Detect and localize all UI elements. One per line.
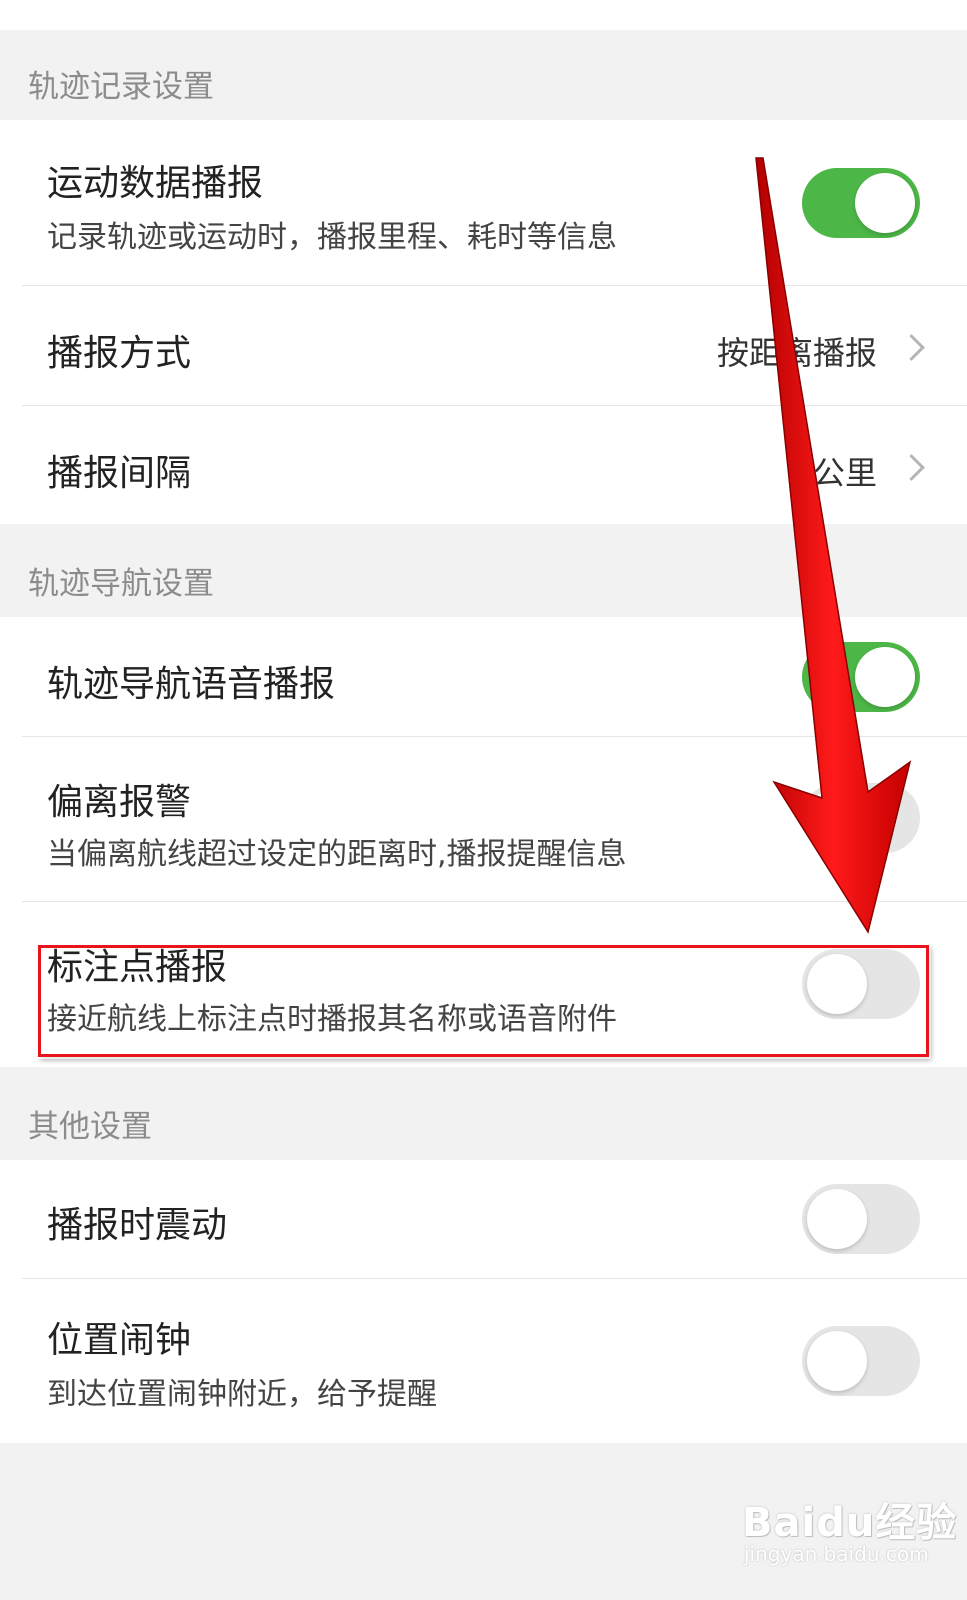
watermark-logo: Baidu经验 — [742, 1500, 958, 1546]
baidu-jingyan-watermark: Baidu经验 jingyan.baidu.com — [730, 1482, 956, 1572]
watermark-url: jingyan.baidu.com — [744, 1542, 929, 1566]
annotation-arrow-icon — [755, 157, 912, 934]
